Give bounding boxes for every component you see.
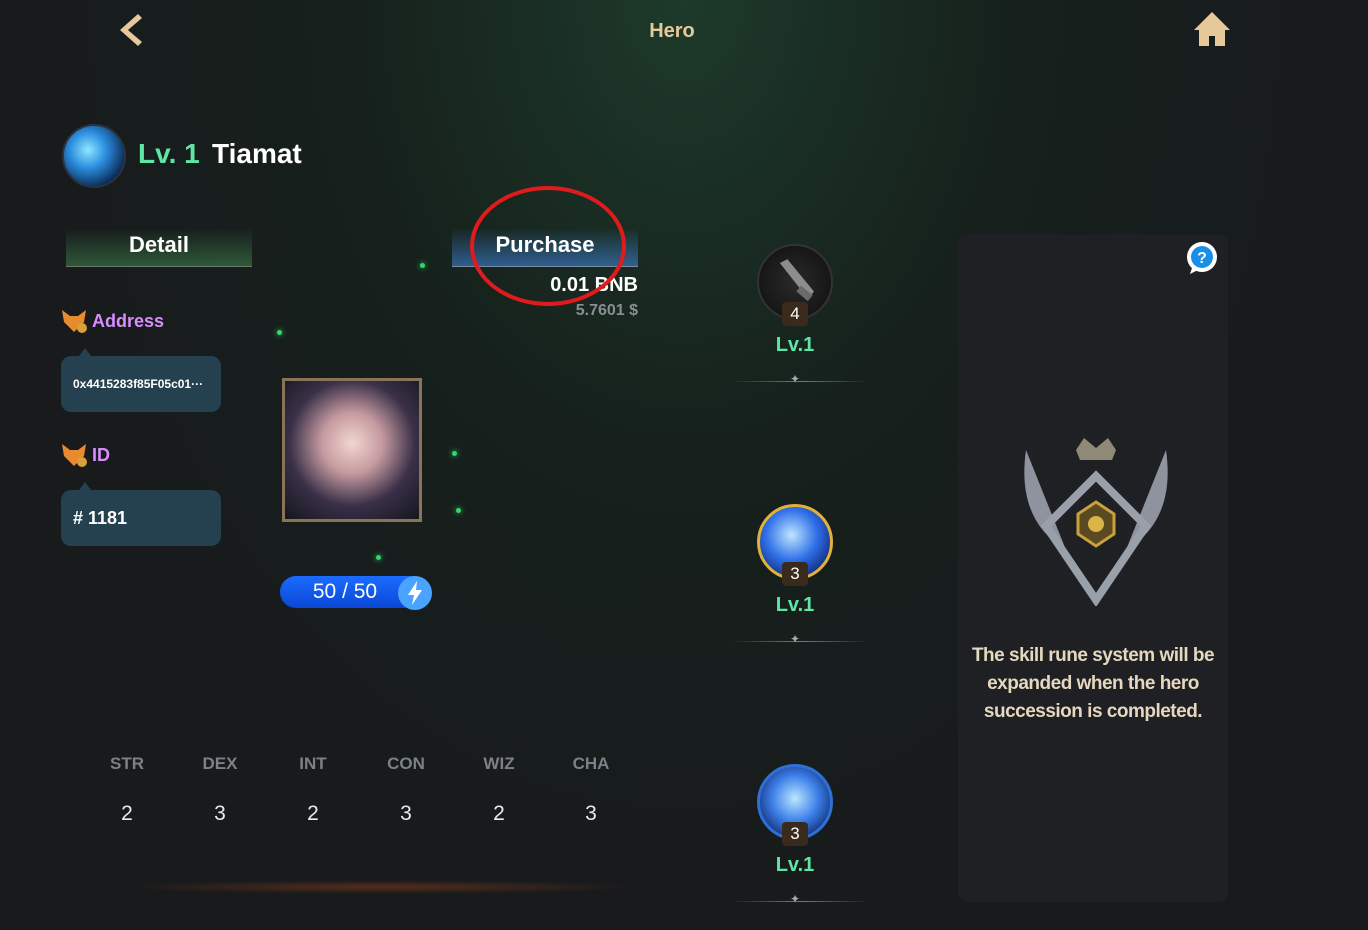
skill-count-badge: 3 [782,822,808,846]
address-label: Address [92,310,165,331]
id-label-row: ID [60,442,110,468]
stat-dex: DEX 3 [202,754,238,825]
id-label: ID [92,444,110,465]
page-title: Hero [649,20,695,42]
divider [730,632,870,646]
hero-avatar [62,124,126,188]
fox-icon [62,444,87,467]
address-field[interactable]: 0x4415283f85F05c01··· [61,348,221,412]
address-label-row: Address [60,308,164,334]
divider [730,892,870,906]
svg-text:?: ? [1197,250,1207,267]
skill-level: Lv.1 [775,334,815,356]
energy-value: 50 / 50 [312,580,378,603]
stat-cha: CHA 3 [572,754,610,825]
home-icon[interactable] [1190,8,1234,52]
highlight-annotation [470,186,626,306]
skill-level: Lv.1 [775,594,815,616]
stat-str: STR 2 [110,754,144,825]
hero-level: Lv. 1 [138,138,200,169]
back-arrow-icon[interactable] [112,10,152,50]
tab-detail[interactable]: Detail [66,228,252,267]
price-usd: 5.7601 $ [575,302,638,319]
skill-level: Lv.1 [775,854,815,876]
help-icon[interactable]: ? [1184,240,1220,276]
hero-card-portrait[interactable] [282,378,422,522]
rune-info-text: The skill rune system will be expanded w… [971,645,1215,722]
stat-int: INT 2 [299,754,327,825]
rune-emblem-icon [1024,438,1168,606]
stat-con: CON 3 [387,754,425,825]
divider [730,372,870,386]
fox-icon [62,310,87,333]
stat-wiz: WIZ 2 [483,754,515,825]
id-field[interactable]: # 1181 [61,482,221,546]
lightning-icon [398,576,432,610]
hero-name: Tiamat [212,138,302,169]
skill-count-badge: 3 [782,562,808,586]
skill-count-badge: 4 [782,302,808,326]
